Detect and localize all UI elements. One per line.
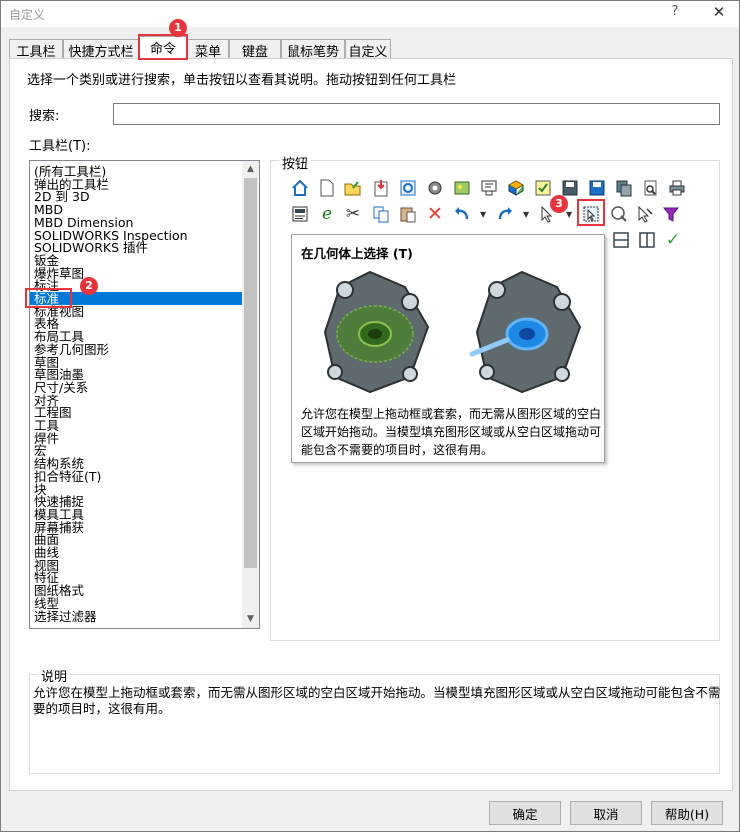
accept-check-icon[interactable]: ✓ <box>663 230 683 250</box>
list-item[interactable]: MBD <box>34 203 63 216</box>
undo-dropdown-icon[interactable]: ▼ <box>480 210 486 219</box>
list-item[interactable]: 尺寸/关系 <box>34 381 88 394</box>
select-geometry-highlight <box>577 199 605 226</box>
options-icon[interactable] <box>425 178 445 198</box>
tab-customization[interactable]: 自定义 <box>345 39 391 60</box>
list-item[interactable]: MBD Dimension <box>34 216 133 229</box>
buttons-group-title: 按钮 <box>279 153 312 172</box>
checklist-icon[interactable] <box>533 178 553 198</box>
scroll-up-arrow-icon[interactable]: ▲ <box>242 161 259 178</box>
list-item[interactable]: 工具 <box>34 419 59 432</box>
home-icon[interactable] <box>290 178 310 198</box>
material-icon[interactable] <box>506 178 526 198</box>
scroll-thumb[interactable] <box>244 178 257 568</box>
list-scrollbar[interactable]: ▲ ▼ <box>242 161 259 628</box>
description-text: 允许您在模型上拖动框或套索，而无需从图形区域的空白区域开始拖动。当模型填充图形区… <box>33 685 721 716</box>
list-item[interactable]: 图纸格式 <box>34 584 84 597</box>
undo-icon[interactable] <box>452 204 472 224</box>
ok-button[interactable]: 确定 <box>489 801 561 825</box>
selection-filter-icon[interactable] <box>661 204 681 224</box>
new-document-icon[interactable] <box>317 178 337 198</box>
tab-shortcut-bars[interactable]: 快捷方式栏 <box>63 39 139 60</box>
tab-mouse-gestures[interactable]: 鼠标笔势 <box>281 39 345 60</box>
delete-icon[interactable]: ✕ <box>425 204 445 224</box>
print-icon[interactable] <box>667 178 687 198</box>
commands-tab-highlight <box>138 34 188 60</box>
magic-select-icon[interactable] <box>609 204 629 224</box>
list-item[interactable]: 快速捕捉 <box>34 495 84 508</box>
window-title: 自定义 <box>9 8 46 22</box>
select-on-geometry-illustration <box>323 270 582 394</box>
scroll-down-arrow-icon[interactable]: ▼ <box>242 611 259 628</box>
help-icon[interactable]: ? <box>665 4 685 24</box>
close-icon[interactable]: ✕ <box>709 3 729 23</box>
list-item[interactable]: 线型 <box>34 597 59 610</box>
photo-icon[interactable] <box>452 178 472 198</box>
help-button[interactable]: 帮助(H) <box>651 801 723 825</box>
search-input[interactable] <box>113 103 720 125</box>
print-preview-icon[interactable] <box>479 178 499 198</box>
callout-badge-1: 1 <box>169 19 187 37</box>
command-tooltip: 在几何体上选择 (T) 允许您在模型上拖动框或套索，而无需从图形区域的空白区域开… <box>291 234 605 463</box>
cut-icon[interactable]: ✂ <box>343 204 363 224</box>
open-icon[interactable] <box>343 178 363 198</box>
selected-category-highlight <box>25 288 72 308</box>
tooltip-text: 允许您在模型上拖动框或套索，而无需从图形区域的空白区域开始拖动。当模型填充图形区… <box>301 407 602 457</box>
save-as-icon[interactable] <box>587 178 607 198</box>
customize-dialog: 自定义 ? ✕ 工具栏 快捷方式栏 命令 菜单 键盘 鼠标笔势 自定义 1 选择… <box>0 0 740 832</box>
redo-dropdown-icon[interactable]: ▼ <box>523 210 529 219</box>
list-item[interactable]: SOLIDWORKS 插件 <box>34 241 148 254</box>
toolbar-list-label: 工具栏(T): <box>29 139 91 154</box>
properties-icon[interactable] <box>290 204 310 224</box>
list-item[interactable]: 结构系统 <box>34 457 84 470</box>
copy-icon[interactable] <box>371 204 391 224</box>
list-item[interactable]: 模具工具 <box>34 508 84 521</box>
import-icon[interactable] <box>371 178 391 198</box>
callout-badge-2: 2 <box>80 277 98 295</box>
list-item[interactable]: 曲线 <box>34 546 59 559</box>
list-item[interactable]: 布局工具 <box>34 330 84 343</box>
horizontal-split-icon[interactable] <box>611 230 631 250</box>
rebuild-icon[interactable] <box>398 178 418 198</box>
select-dropdown-icon[interactable]: ▼ <box>566 210 572 219</box>
search-label: 搜索: <box>29 109 60 124</box>
redo-icon[interactable] <box>495 204 515 224</box>
toolbar-category-list[interactable]: (所有工具栏) 弹出的工具栏 2D 到 3D MBD MBD Dimension SOLI… <box>29 160 260 629</box>
title-bar: 自定义 ? ✕ <box>1 1 739 27</box>
list-item[interactable]: 扣合特征(T) <box>34 470 101 483</box>
tab-keyboard[interactable]: 键盘 <box>229 39 281 60</box>
instructions-text: 选择一个类别或进行搜索，单击按钮以查看其说明。拖动按钮到任何工具栏 <box>27 73 457 88</box>
list-item[interactable]: 草图油墨 <box>34 368 84 381</box>
cancel-button[interactable]: 取消 <box>570 801 642 825</box>
vertical-split-icon[interactable] <box>637 230 657 250</box>
list-item[interactable]: (所有工具栏) <box>34 165 106 178</box>
copy-drawing-icon[interactable] <box>614 178 634 198</box>
select-chain-icon[interactable] <box>635 204 655 224</box>
list-item[interactable]: 钣金 <box>34 254 59 267</box>
tab-toolbars[interactable]: 工具栏 <box>9 39 63 60</box>
description-title: 说明 <box>38 666 71 685</box>
paste-icon[interactable] <box>398 204 418 224</box>
edge-icon[interactable]: e <box>317 204 337 224</box>
callout-badge-3: 3 <box>550 195 568 213</box>
list-item[interactable]: 参考几何图形 <box>34 343 109 356</box>
list-item[interactable]: 选择过滤器 <box>34 610 97 623</box>
zoom-document-icon[interactable] <box>641 178 661 198</box>
tab-menus[interactable]: 菜单 <box>187 39 229 60</box>
tooltip-title: 在几何体上选择 (T) <box>301 246 413 261</box>
